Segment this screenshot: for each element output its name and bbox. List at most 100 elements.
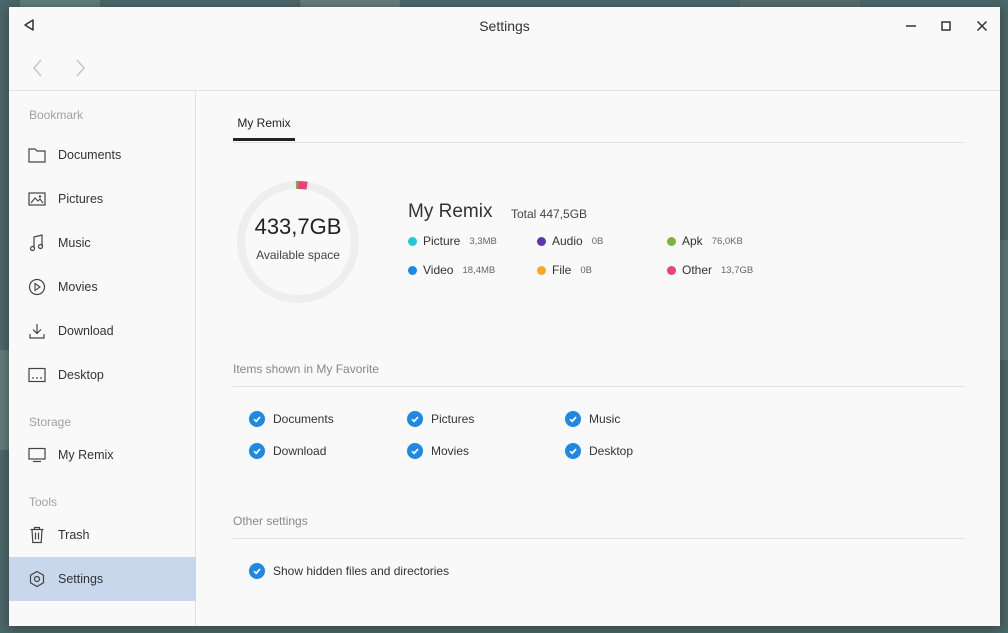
window-menu-icon[interactable] xyxy=(22,18,36,32)
checkbox-label: Documents xyxy=(273,412,334,426)
checkmark-icon xyxy=(565,411,581,427)
legend-picture: Picture 3,3MB xyxy=(408,234,497,248)
sidebar-section-storage: Storage xyxy=(29,415,72,429)
maximize-button[interactable] xyxy=(937,17,955,35)
checkmark-icon xyxy=(407,411,423,427)
sidebar-item-label: Music xyxy=(58,236,91,250)
legend-size: 76,0KB xyxy=(711,235,743,247)
sidebar-item-trash[interactable]: Trash xyxy=(9,513,196,557)
device-total: Total 447,5GB xyxy=(511,207,588,221)
tab-divider xyxy=(233,142,964,143)
forward-arrow-icon[interactable] xyxy=(70,57,90,79)
favorite-checkbox-music[interactable]: Music xyxy=(565,411,620,427)
play-circle-icon xyxy=(28,278,46,296)
sidebar-item-label: Trash xyxy=(58,528,90,542)
sidebar-item-download[interactable]: Download xyxy=(9,309,196,353)
favorite-checkbox-documents[interactable]: Documents xyxy=(249,411,334,427)
checkmark-icon xyxy=(249,411,265,427)
legend-apk: Apk 76,0KB xyxy=(667,234,743,248)
navigation-toolbar xyxy=(9,45,1000,91)
sidebar-item-movies[interactable]: Movies xyxy=(9,265,196,309)
monitor-icon xyxy=(28,447,46,463)
legend-video: Video 18,4MB xyxy=(408,263,495,277)
favorite-checkbox-desktop[interactable]: Desktop xyxy=(565,443,633,459)
title-bar: Settings xyxy=(9,7,1000,45)
favorite-checkbox-movies[interactable]: Movies xyxy=(407,443,469,459)
other-settings-divider xyxy=(233,538,964,539)
sidebar-item-label: Download xyxy=(58,324,114,338)
trash-icon xyxy=(30,526,44,544)
checkmark-icon xyxy=(249,563,265,579)
legend-size: 13,7GB xyxy=(721,264,754,276)
available-space-value: 433,7GB xyxy=(254,214,342,239)
legend-dot xyxy=(537,236,546,246)
favorites-section-title: Items shown in My Favorite xyxy=(233,362,380,376)
checkmark-icon xyxy=(407,443,423,459)
favorite-checkbox-pictures[interactable]: Pictures xyxy=(407,411,474,427)
legend-dot xyxy=(667,236,676,246)
sidebar-section-bookmark: Bookmark xyxy=(29,108,84,122)
sidebar-item-label: Documents xyxy=(58,148,122,162)
sidebar-item-my-remix[interactable]: My Remix xyxy=(9,433,196,477)
settings-window: Settings Bookmark Documents Pictures Mus… xyxy=(9,7,1000,626)
other-settings-title: Other settings xyxy=(233,514,308,528)
checkbox-label: Pictures xyxy=(431,412,475,426)
ring-track xyxy=(237,181,359,303)
maximize-icon xyxy=(941,21,951,31)
sidebar-item-settings[interactable]: Settings xyxy=(9,557,196,601)
checkmark-icon xyxy=(249,443,265,459)
legend-size: 0B xyxy=(591,235,604,247)
legend-dot xyxy=(667,265,676,275)
folder-icon xyxy=(28,148,46,163)
settings-content: My Remix 433,7GB Available space My Remi… xyxy=(197,91,1000,626)
legend-dot xyxy=(537,265,546,275)
sidebar-section-tools: Tools xyxy=(29,495,58,509)
gear-icon xyxy=(29,570,45,588)
sidebar-item-label: My Remix xyxy=(58,448,114,462)
legend-name: Audio xyxy=(552,234,583,248)
sidebar-item-music[interactable]: Music xyxy=(9,221,196,265)
checkbox-label: Music xyxy=(589,412,621,426)
legend-name: File xyxy=(552,263,572,277)
legend-name: Other xyxy=(682,263,713,277)
download-icon xyxy=(29,324,45,339)
favorites-divider xyxy=(233,386,964,387)
legend-size: 3,3MB xyxy=(469,235,497,247)
sidebar-item-label: Movies xyxy=(58,280,98,294)
checkbox-label: Show hidden files and directories xyxy=(273,564,450,578)
image-icon xyxy=(28,192,46,206)
legend-size: 0B xyxy=(580,264,592,276)
back-arrow-icon[interactable] xyxy=(28,57,48,79)
sidebar-item-label: Desktop xyxy=(58,368,104,382)
sidebar-item-desktop[interactable]: Desktop xyxy=(9,353,196,397)
favorite-checkbox-download[interactable]: Download xyxy=(249,443,326,459)
minimize-icon xyxy=(906,25,916,27)
checkbox-label: Desktop xyxy=(589,444,634,458)
legend-dot xyxy=(408,236,417,246)
storage-usage-ring xyxy=(237,181,359,304)
legend-name: Apk xyxy=(682,234,703,248)
window-title: Settings xyxy=(479,18,530,34)
legend-name: Video xyxy=(423,263,454,277)
legend-dot xyxy=(408,265,417,275)
close-icon xyxy=(976,20,988,32)
legend-audio: Audio 0B xyxy=(537,234,603,248)
music-note-icon xyxy=(29,234,44,252)
desktop-icon xyxy=(28,367,46,383)
legend-name: Picture xyxy=(423,234,461,248)
show-hidden-files-checkbox[interactable]: Show hidden files and directories xyxy=(249,563,449,579)
minimize-button[interactable] xyxy=(902,17,920,35)
checkbox-label: Download xyxy=(273,444,327,458)
legend-size: 18,4MB xyxy=(462,264,496,276)
sidebar-item-label: Pictures xyxy=(58,192,104,206)
legend-file: File 0B xyxy=(537,263,592,277)
sidebar-item-pictures[interactable]: Pictures xyxy=(9,177,196,221)
checkbox-label: Movies xyxy=(431,444,470,458)
sidebar: Bookmark Documents Pictures Music Movies… xyxy=(9,91,196,626)
available-space-label: Available space xyxy=(256,248,340,262)
checkmark-icon xyxy=(565,443,581,459)
tab-my-remix[interactable]: My Remix xyxy=(233,107,295,141)
close-button[interactable] xyxy=(973,17,991,35)
sidebar-item-label: Settings xyxy=(58,572,104,586)
sidebar-item-documents[interactable]: Documents xyxy=(9,133,196,177)
